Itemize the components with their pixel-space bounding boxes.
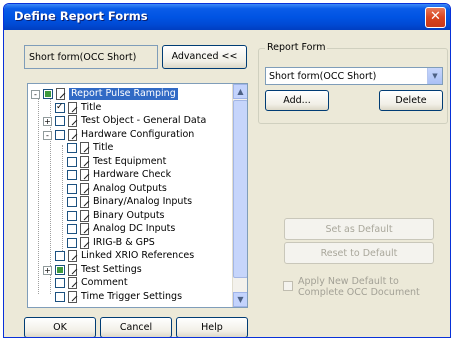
document-icon <box>80 223 89 235</box>
help-button-label: Help <box>201 322 223 333</box>
tree-item-label: Hardware Configuration <box>81 128 195 140</box>
dialog-window: Define Report Forms ✕ Short form(OCC Sho… <box>3 3 451 338</box>
tree-item-checkbox[interactable] <box>67 156 77 167</box>
document-icon <box>80 142 89 154</box>
report-tree[interactable]: -Report Pulse RampingTitle+Test Object -… <box>27 83 248 308</box>
tree-item-label: Binary/Analog Inputs <box>93 196 193 207</box>
document-icon <box>80 155 89 168</box>
tree-item-label: Report Pulse Ramping <box>69 88 178 100</box>
tree-item-label: Test Equipment <box>93 155 167 167</box>
tree-item-label: Hardware Check <box>93 169 172 180</box>
reset-to-default-label: Reset to Default <box>320 248 398 259</box>
add-button[interactable]: Add... <box>265 90 329 111</box>
advanced-button[interactable]: Advanced << <box>162 45 247 69</box>
current-form-field: Short form(OCC Short) <box>24 45 158 69</box>
document-icon <box>68 101 77 114</box>
chevron-down-icon[interactable]: ▼ <box>427 68 442 84</box>
delete-button[interactable]: Delete <box>379 90 443 111</box>
document-icon <box>80 209 89 222</box>
document-icon <box>80 196 89 208</box>
tree-item-label: Test Settings <box>81 263 142 275</box>
tree-item-checkbox[interactable] <box>55 102 65 113</box>
tree-item-checkbox[interactable] <box>67 210 77 221</box>
apply-default-label: Apply New Default to Complete OCC Docume… <box>298 276 420 298</box>
tree-item-label: Binary Outputs <box>93 209 165 221</box>
tree-item-checkbox[interactable] <box>67 197 77 207</box>
tree-item-label: Comment <box>81 277 128 288</box>
tree-item-checkbox[interactable] <box>67 237 77 248</box>
scroll-up-arrow-icon[interactable]: ▲ <box>233 84 247 99</box>
set-as-default-button[interactable]: Set as Default <box>284 218 434 240</box>
tree-item-label: Title <box>81 101 102 113</box>
tree-item-label: Analog DC Inputs <box>93 223 176 234</box>
tree-item-label: Title <box>93 142 114 153</box>
scroll-thumb[interactable] <box>233 100 247 278</box>
help-button[interactable]: Help <box>176 317 248 337</box>
document-icon <box>68 128 77 141</box>
tree-item-checkbox[interactable] <box>67 170 77 180</box>
tree-connector <box>38 94 39 294</box>
expand-icon[interactable]: + <box>43 117 52 126</box>
tree-connector <box>62 145 63 257</box>
window-title: Define Report Forms <box>14 9 148 23</box>
ok-button-label: OK <box>53 322 67 333</box>
tree-item-checkbox[interactable] <box>55 116 65 126</box>
delete-button-label: Delete <box>395 95 427 106</box>
reset-to-default-button[interactable]: Reset to Default <box>284 242 434 264</box>
tree-item-checkbox[interactable] <box>67 183 77 194</box>
scroll-down-arrow-icon[interactable]: ▼ <box>233 292 247 307</box>
tree-item-checkbox[interactable] <box>67 143 77 153</box>
close-button[interactable]: ✕ <box>425 7 446 28</box>
set-as-default-label: Set as Default <box>325 224 393 235</box>
add-button-label: Add... <box>283 95 311 106</box>
document-icon <box>56 88 65 100</box>
current-form-value: Short form(OCC Short) <box>29 52 137 63</box>
document-icon <box>80 169 89 181</box>
tree-item-checkbox[interactable] <box>43 89 53 99</box>
apply-default-checkbox[interactable] <box>283 281 293 291</box>
report-form-group: Report Form Short form(OCC Short) ▼ Add.… <box>258 42 448 124</box>
tree-item-label: Linked XRIO References <box>81 250 195 261</box>
tree-item-checkbox[interactable] <box>55 264 65 275</box>
report-form-select[interactable]: Short form(OCC Short) ▼ <box>265 67 443 85</box>
ok-button[interactable]: OK <box>24 317 96 337</box>
document-icon <box>68 263 77 276</box>
advanced-button-label: Advanced << <box>171 51 238 62</box>
document-icon <box>80 182 89 195</box>
tree-item-checkbox[interactable] <box>55 278 65 288</box>
tree-scrollbar[interactable]: ▲ ▼ <box>232 84 247 307</box>
title-bar[interactable]: Define Report Forms ✕ <box>4 4 450 30</box>
tree-item-label: Time Trigger Settings <box>81 290 183 302</box>
cancel-button[interactable]: Cancel <box>100 317 172 337</box>
document-icon <box>68 115 77 127</box>
document-icon <box>68 277 77 289</box>
tree-item-checkbox[interactable] <box>55 251 65 261</box>
document-icon <box>68 250 77 262</box>
document-icon <box>68 290 77 303</box>
tree-item-checkbox[interactable] <box>55 291 65 302</box>
report-form-legend: Report Form <box>265 42 328 53</box>
report-form-select-value: Short form(OCC Short) <box>269 71 377 82</box>
tree-item-checkbox[interactable] <box>55 129 65 140</box>
collapse-icon[interactable]: - <box>31 90 40 99</box>
tree-item-checkbox[interactable] <box>67 224 77 234</box>
tree-item-label: IRIG-B & GPS <box>93 236 155 248</box>
document-icon <box>80 236 89 249</box>
cancel-button-label: Cancel <box>119 322 153 333</box>
tree-item-label: Analog Outputs <box>93 182 167 194</box>
expand-icon[interactable]: + <box>43 265 52 275</box>
tree-item-label: Test Object - General Data <box>81 115 207 126</box>
collapse-icon[interactable]: - <box>43 130 52 140</box>
